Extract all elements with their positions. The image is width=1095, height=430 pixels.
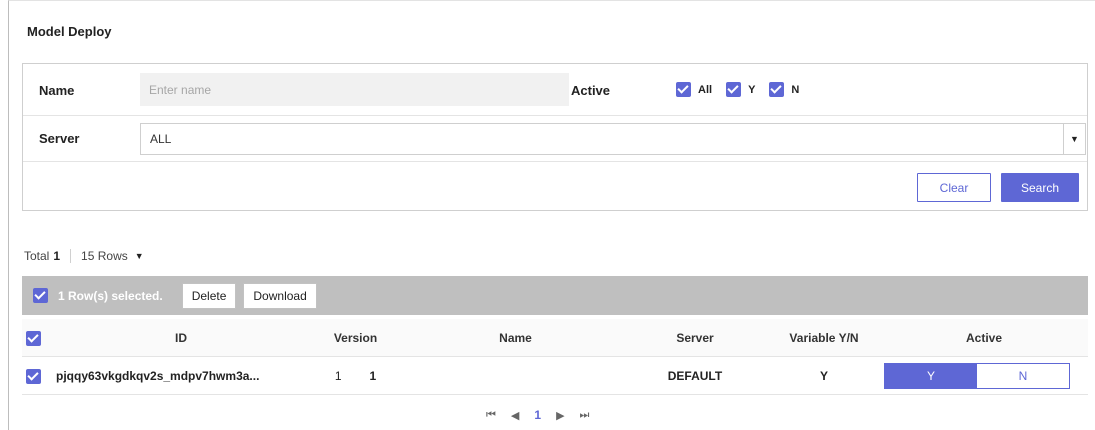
row-version: 1 1 xyxy=(302,357,409,395)
table-header: ID Version Name Server Variable Y/N Acti… xyxy=(22,319,1088,357)
active-option-label: Y xyxy=(748,83,756,96)
current-page[interactable]: 1 xyxy=(534,408,541,422)
server-label: Server xyxy=(39,131,80,146)
pagination: ⏮ ◀ 1 ▶ ⏭ xyxy=(486,408,604,422)
row-check-cell xyxy=(26,357,46,395)
filter-row-actions: Clear Search xyxy=(23,162,1087,210)
row-id[interactable]: pjqqy63vkgdkqv2s_mdpv7hwm3a... xyxy=(46,357,316,395)
select-all-cell xyxy=(26,319,46,357)
total-label: Total xyxy=(24,249,50,263)
active-option-all[interactable]: All xyxy=(676,82,712,97)
column-header-active[interactable]: Active xyxy=(880,319,1088,357)
row-active: Y N xyxy=(880,357,1088,395)
active-option-label: All xyxy=(698,83,713,96)
row-variable: Y xyxy=(819,369,828,383)
last-page-icon[interactable]: ⏭ xyxy=(580,409,590,422)
server-select[interactable]: ALL ▼ xyxy=(140,123,1086,155)
column-header-server[interactable]: Server xyxy=(622,319,768,357)
selection-text: 1 Row(s) selected. xyxy=(58,288,163,303)
selection-bar: 1 Row(s) selected. Delete Download xyxy=(22,276,1088,315)
active-option-label: N xyxy=(791,83,800,96)
name-input[interactable] xyxy=(140,73,569,106)
rows-per-page-select[interactable]: 15 Rows ▼ xyxy=(81,249,144,263)
active-toggle-y[interactable]: Y xyxy=(885,364,977,388)
prev-page-icon[interactable]: ◀ xyxy=(511,409,519,422)
checkbox-icon[interactable] xyxy=(33,288,48,303)
server-select-value: ALL xyxy=(150,132,172,146)
active-label: Active xyxy=(571,83,611,98)
clear-button[interactable]: Clear xyxy=(917,173,991,202)
row-version-b: 1 xyxy=(369,369,377,383)
search-button[interactable]: Search xyxy=(1001,173,1079,202)
checkbox-icon[interactable] xyxy=(26,330,41,346)
caret-down-icon[interactable]: ▼ xyxy=(135,251,144,261)
result-summary: Total 1 15 Rows ▼ xyxy=(24,249,144,263)
rows-per-page-value: 15 Rows xyxy=(81,249,128,263)
checkbox-icon[interactable] xyxy=(26,368,41,384)
filter-row-server: Server ALL ▼ xyxy=(23,116,1087,162)
page-title: Model Deploy xyxy=(27,24,112,39)
active-toggle[interactable]: Y N xyxy=(884,363,1070,389)
name-label: Name xyxy=(39,83,75,98)
active-option-y[interactable]: Y xyxy=(726,82,755,97)
active-option-n[interactable]: N xyxy=(769,82,799,97)
row-version-a: 1 xyxy=(334,369,342,383)
chevron-down-icon[interactable]: ▼ xyxy=(1063,124,1085,154)
column-header-id[interactable]: ID xyxy=(46,319,316,357)
download-button[interactable]: Download xyxy=(243,282,317,309)
column-header-name[interactable]: Name xyxy=(409,319,622,357)
divider xyxy=(70,249,72,263)
checkbox-icon[interactable] xyxy=(726,82,742,97)
delete-button[interactable]: Delete xyxy=(181,282,237,309)
column-header-variable[interactable]: Variable Y/N xyxy=(768,319,880,357)
table-row[interactable]: pjqqy63vkgdkqv2s_mdpv7hwm3a... 1 1 DEFAU… xyxy=(22,357,1088,395)
checkbox-icon[interactable] xyxy=(676,82,691,97)
active-options: All Y N xyxy=(676,82,813,97)
filter-row-name-active: Name Active All Y N xyxy=(23,64,1087,116)
column-header-version[interactable]: Version xyxy=(302,319,409,357)
next-page-icon[interactable]: ▶ xyxy=(556,409,564,422)
total-count: 1 xyxy=(53,249,61,263)
first-page-icon[interactable]: ⏮ xyxy=(486,409,496,422)
data-table: ID Version Name Server Variable Y/N Acti… xyxy=(22,319,1088,395)
filter-panel: Name Active All Y N Server ALL ▼ Clear S… xyxy=(22,63,1088,211)
checkbox-icon[interactable] xyxy=(769,82,785,97)
row-server: DEFAULT xyxy=(667,369,723,383)
active-toggle-n[interactable]: N xyxy=(977,364,1069,388)
row-name xyxy=(409,357,622,395)
